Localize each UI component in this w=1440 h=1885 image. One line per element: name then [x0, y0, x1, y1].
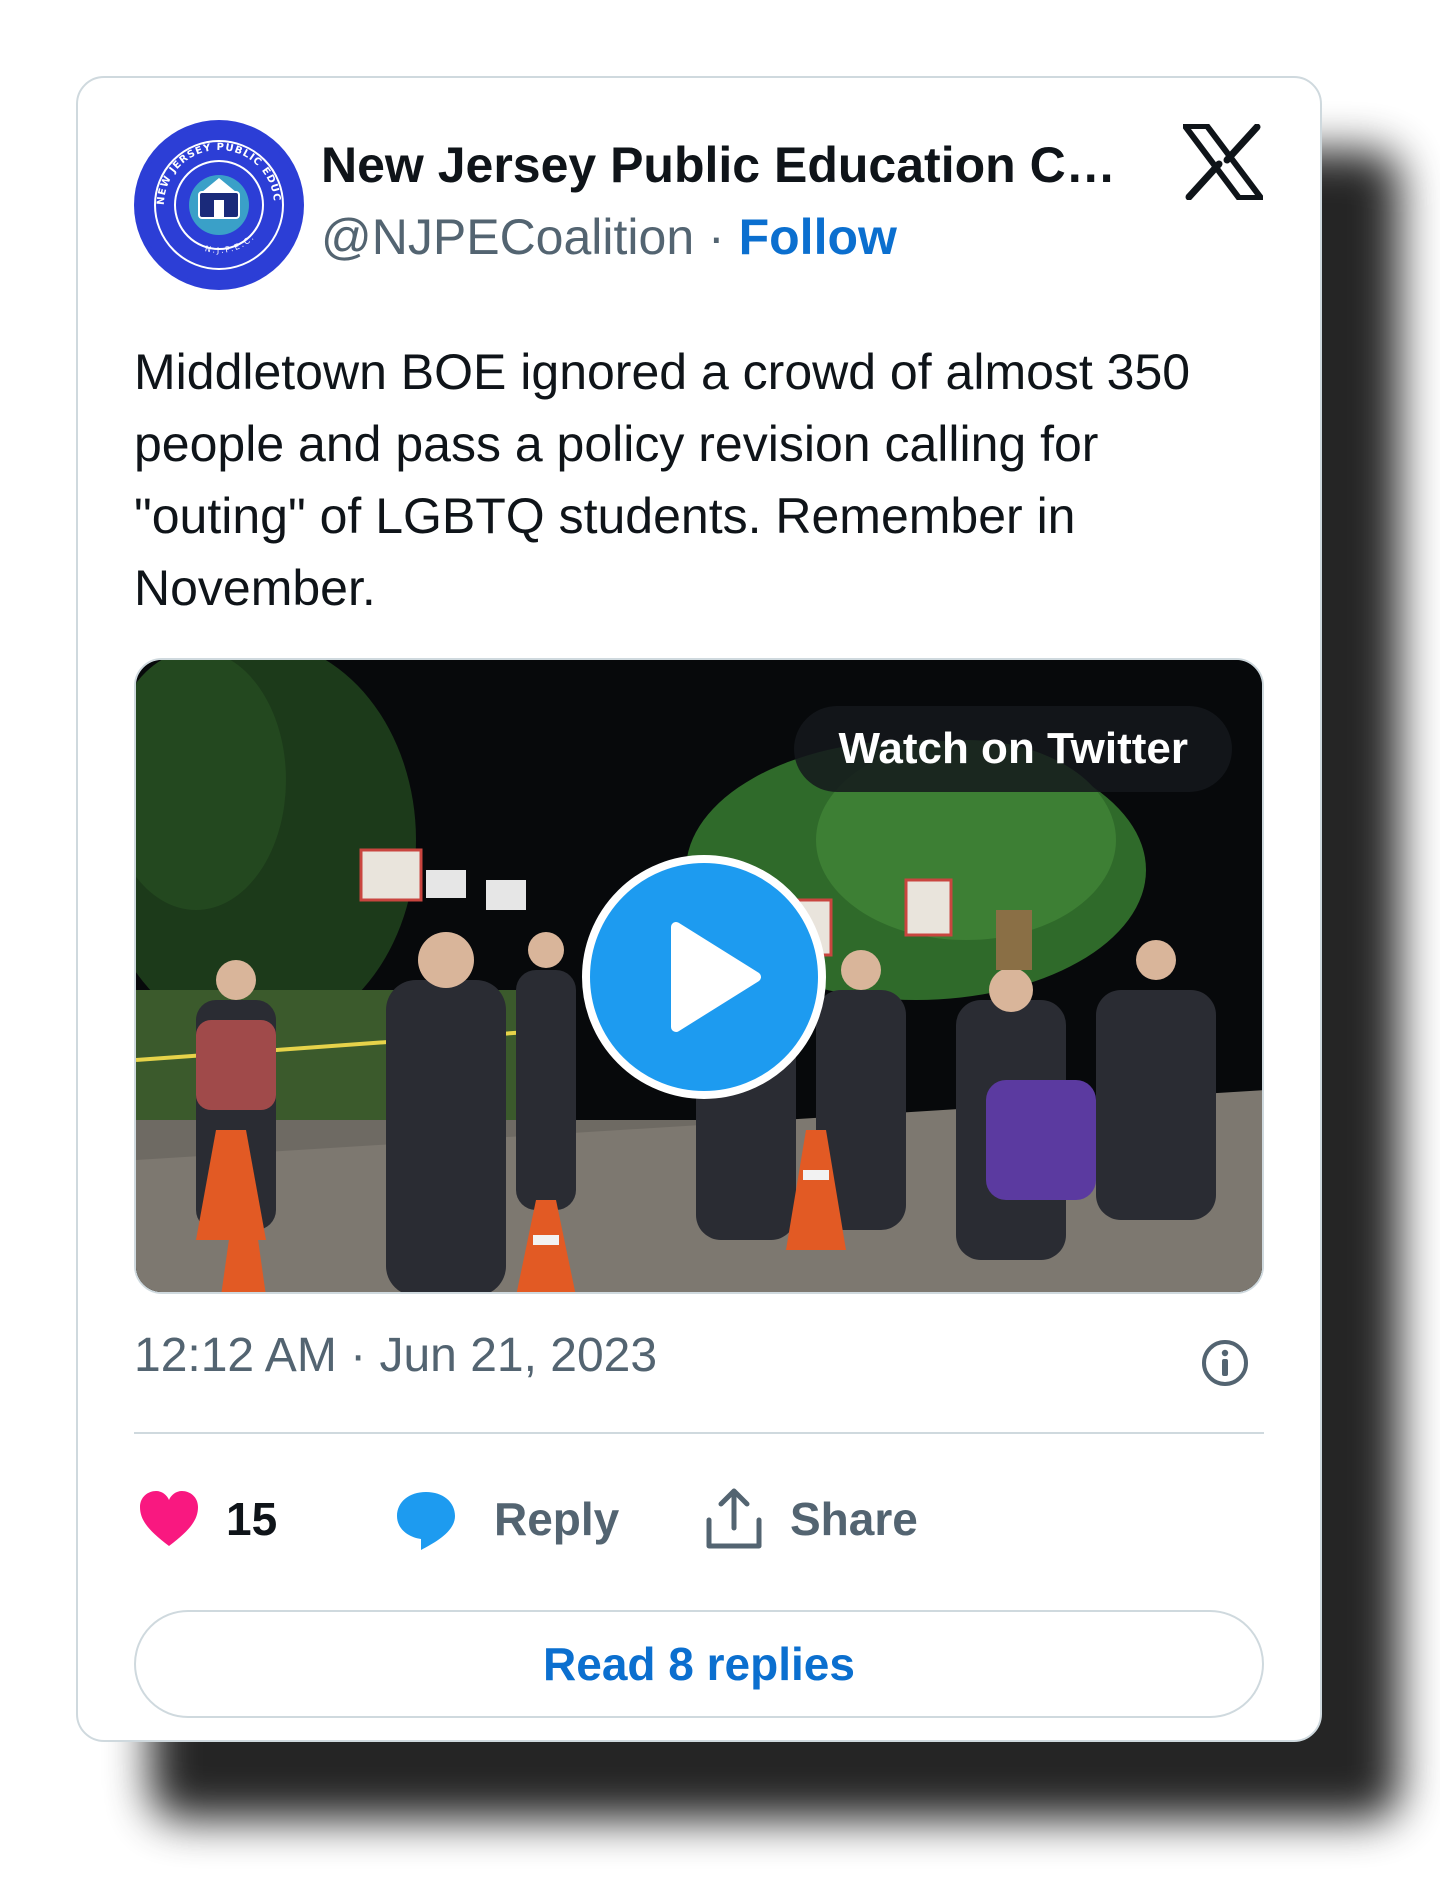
divider: [134, 1432, 1264, 1434]
like-button[interactable]: 15: [134, 1480, 334, 1560]
tweet-card: NEW JERSEY PUBLIC EDUCATION COALITION N.…: [76, 76, 1322, 1742]
read-replies-button[interactable]: Read 8 replies: [134, 1610, 1264, 1718]
heart-icon: [140, 1491, 198, 1546]
info-icon[interactable]: [1200, 1338, 1250, 1388]
page: NEW JERSEY PUBLIC EDUCATION COALITION N.…: [0, 0, 1440, 1885]
x-logo-icon[interactable]: [1182, 123, 1264, 201]
reply-bubble-icon: [397, 1492, 455, 1550]
avatar-logo-icon: NEW JERSEY PUBLIC EDUCATION COALITION N.…: [134, 120, 299, 285]
play-icon: [671, 922, 761, 1032]
share-icon: [706, 1488, 762, 1549]
author-handle[interactable]: @NJPECoalition: [321, 209, 694, 265]
reply-label: Reply: [494, 1493, 620, 1545]
follow-button[interactable]: Follow: [739, 209, 897, 265]
watch-on-twitter-button[interactable]: Watch on Twitter: [794, 706, 1232, 792]
avatar[interactable]: NEW JERSEY PUBLIC EDUCATION COALITION N.…: [134, 120, 304, 290]
tweet-text: Middletown BOE ignored a crowd of almost…: [134, 344, 1191, 616]
reply-button[interactable]: Reply: [394, 1480, 654, 1560]
tweet-timestamp[interactable]: 12:12 AM · Jun 21, 2023: [134, 1328, 657, 1383]
like-count: 15: [226, 1493, 278, 1545]
share-label: Share: [790, 1493, 918, 1545]
video-thumbnail[interactable]: Watch on Twitter: [134, 658, 1264, 1294]
action-bar: 15 Reply Share: [134, 1480, 1264, 1560]
handle-separator: ·: [708, 209, 725, 265]
play-button[interactable]: [582, 855, 826, 1099]
author-name[interactable]: New Jersey Public Education Co…: [321, 136, 1141, 194]
author-handle-row: @NJPECoalition · Follow: [321, 208, 897, 266]
share-button[interactable]: Share: [704, 1480, 964, 1560]
